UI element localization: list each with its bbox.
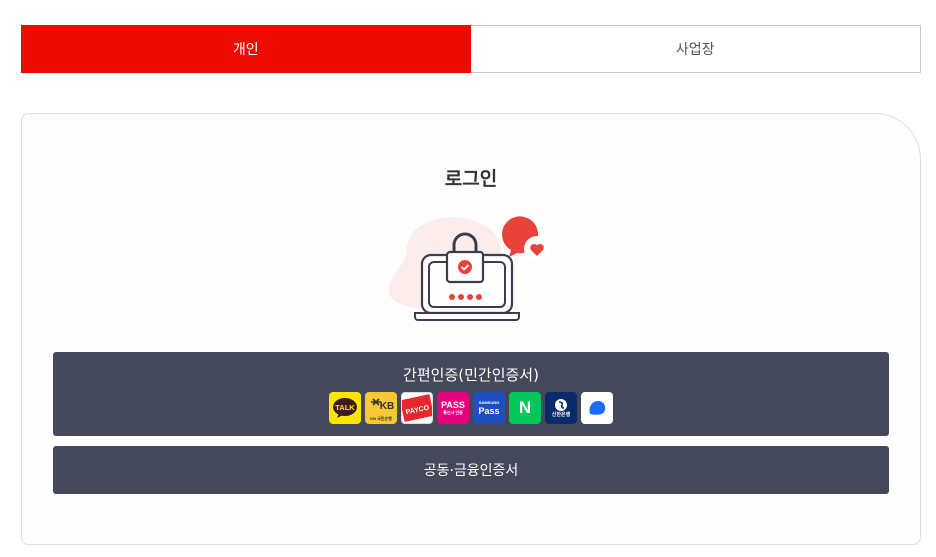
naver-text: N [518, 398, 532, 417]
shinhan-icon: 신한은행 [545, 392, 577, 424]
tab-business[interactable]: 사업장 [470, 25, 921, 73]
public-cert-label: 공동·금융인증서 [423, 463, 519, 479]
login-card: 로그인 간편인증(민간인증서) TALK KB KB 국민은행 PAYCO PA… [21, 113, 921, 545]
tab-personal[interactable]: 개인 [21, 25, 471, 73]
provider-icons: TALK KB KB 국민은행 PAYCO PASS 통신사 인증 SAMSUN… [53, 392, 889, 424]
tab-personal-label: 개인 [232, 42, 259, 58]
payco-icon: PAYCO [401, 392, 433, 424]
laptop-lock-illustration [388, 216, 550, 321]
toss-icon [581, 392, 613, 424]
user-type-tabs: 개인 사업장 [21, 25, 921, 73]
kb-icon: KB KB 국민은행 [365, 392, 397, 424]
kakao-talk-text: TALK [335, 403, 355, 412]
shinhan-text: 신한은행 [551, 411, 571, 418]
kakao-talk-icon: TALK [329, 392, 361, 424]
naver-icon: N [509, 392, 541, 424]
pass-icon: PASS 통신사 인증 [437, 392, 469, 424]
kb-text: KB [380, 401, 394, 412]
simple-auth-button[interactable]: 간편인증(민간인증서) TALK KB KB 국민은행 PAYCO PASS 통… [53, 352, 889, 436]
simple-auth-label: 간편인증(민간인증서) [403, 366, 539, 384]
samsung-pass-text: Pass [478, 406, 500, 416]
samsung-pass-icon: SAMSUNG Pass [473, 392, 505, 424]
public-cert-button[interactable]: 공동·금융인증서 [53, 446, 889, 494]
kb-sub: KB 국민은행 [370, 415, 392, 421]
pass-sub: 통신사 인증 [443, 410, 463, 415]
pass-text: PASS [441, 400, 465, 410]
tab-business-label: 사업장 [675, 42, 715, 58]
payco-text: PAYCO [405, 404, 430, 417]
page-title: 로그인 [444, 168, 498, 190]
